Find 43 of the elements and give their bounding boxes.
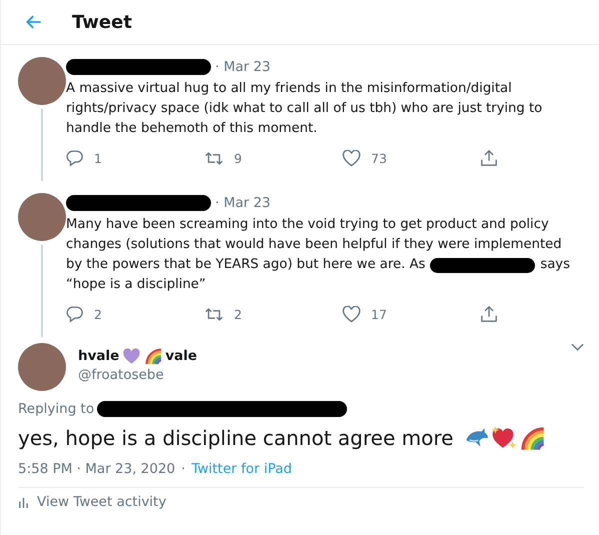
- heart-icon[interactable]: [342, 150, 361, 166]
- tweet-text: handle the behemoth of this moment.: [66, 120, 318, 138]
- avatar-placeholder[interactable]: [18, 193, 66, 241]
- caret-icon[interactable]: [571, 343, 584, 351]
- source-link[interactable]: Twitter for iPad: [191, 461, 292, 477]
- tweet-text: changes (solutions that would have been helpful if they were implemented: [66, 236, 562, 254]
- reply-icon[interactable]: [66, 305, 84, 323]
- rainbow-icon: [144, 347, 162, 365]
- share-icon[interactable]: [480, 149, 498, 167]
- heart-icon: [122, 348, 142, 364]
- action-count: 2: [94, 306, 102, 322]
- display-name[interactable]: hvale: [78, 348, 120, 364]
- action-count: 1: [94, 150, 102, 166]
- sparkling-heart-icon: [491, 425, 518, 451]
- tweet-text: A massive virtual hug to all my friends in the misinformation/digital: [66, 80, 512, 98]
- bar-chart-icon[interactable]: [18, 496, 29, 508]
- action-count: 2: [234, 306, 242, 322]
- action-count: 17: [371, 306, 387, 322]
- avatar-placeholder[interactable]: [18, 57, 66, 105]
- avatar-placeholder[interactable]: [18, 343, 66, 391]
- action-count: 9: [234, 150, 242, 166]
- rainbow-icon: [519, 425, 546, 451]
- heart-icon[interactable]: [342, 306, 361, 322]
- tweet-activity-link[interactable]: View Tweet activity: [37, 494, 166, 510]
- tweet-text: by the powers that be YEARS ago) but here we are. As: [66, 256, 426, 274]
- tweet-timestamp[interactable]: 5:58 PM · Mar 23, 2020: [18, 461, 176, 477]
- tweet-date[interactable]: · Mar 23: [215, 59, 271, 75]
- separator-dot: ·: [181, 461, 186, 477]
- retweet-icon[interactable]: [204, 306, 224, 322]
- tweet-date[interactable]: · Mar 23: [215, 195, 271, 211]
- tweet-text: says: [540, 256, 570, 274]
- replying-label: Replying to: [18, 401, 94, 417]
- tweet-text: Many have been screaming into the void trying to get product and policy: [66, 216, 549, 234]
- action-count: 73: [371, 150, 387, 166]
- tweet-text: yes, hope is a discipline cannot agree more: [18, 426, 454, 450]
- user-handle[interactable]: @froatosebe: [78, 367, 198, 383]
- tweet-text: rights/privacy space (idk what to call all of us tbh) who are just trying to: [66, 100, 542, 118]
- page-title: Tweet: [72, 12, 132, 32]
- retweet-icon[interactable]: [204, 150, 224, 166]
- reply-icon[interactable]: [66, 149, 84, 167]
- share-icon[interactable]: [480, 305, 498, 323]
- tweet-text: “hope is a discipline”: [66, 276, 206, 294]
- display-name[interactable]: vale: [165, 348, 198, 364]
